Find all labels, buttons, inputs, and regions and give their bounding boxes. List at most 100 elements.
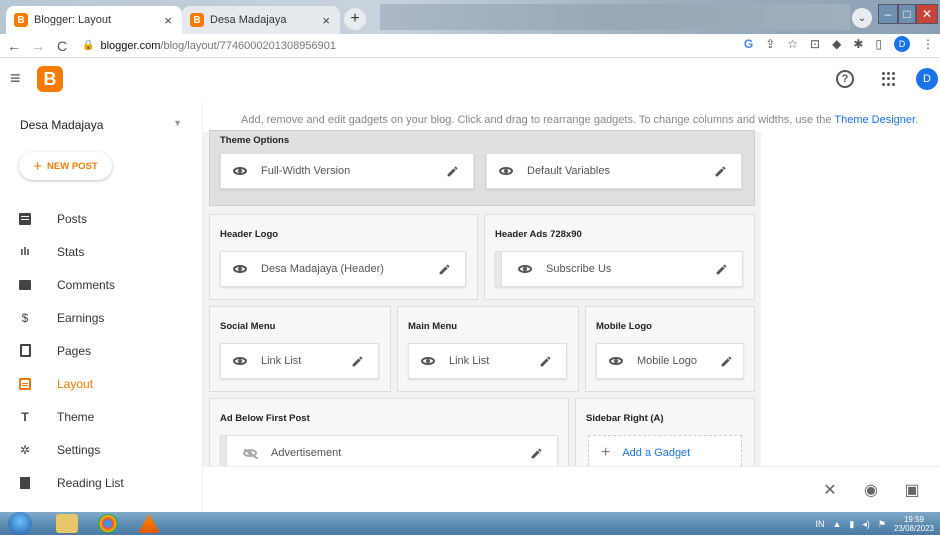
eye-icon[interactable] bbox=[233, 265, 247, 273]
gadget-name: Link List bbox=[261, 355, 302, 367]
sidebar-item-theme[interactable]: T Theme bbox=[0, 400, 203, 433]
tray-arrow-icon[interactable]: ▲ bbox=[832, 519, 841, 529]
drag-handle[interactable] bbox=[496, 252, 502, 286]
plus-icon: + bbox=[601, 444, 611, 461]
chrome-icon[interactable] bbox=[98, 514, 118, 533]
eye-icon[interactable] bbox=[518, 265, 532, 273]
pencil-icon[interactable] bbox=[714, 262, 728, 276]
forward-icon[interactable]: → bbox=[28, 38, 48, 54]
sidebar: Desa Madajaya ▼ + NEW POST Posts ılı Sta… bbox=[0, 102, 203, 512]
tab-close-icon[interactable]: × bbox=[322, 13, 330, 28]
new-tab-button[interactable]: + bbox=[344, 8, 366, 30]
tab-search-button[interactable]: ⌄ bbox=[852, 8, 872, 28]
new-post-label: NEW POST bbox=[47, 160, 98, 172]
pencil-icon[interactable] bbox=[538, 354, 552, 368]
pencil-icon[interactable] bbox=[529, 446, 543, 460]
add-gadget-button[interactable]: + Add a Gadget bbox=[588, 435, 742, 466]
back-icon[interactable]: ← bbox=[4, 38, 24, 54]
account-avatar[interactable]: D bbox=[916, 68, 938, 90]
tabstrip-background-decoration bbox=[380, 4, 850, 30]
new-post-button[interactable]: + NEW POST bbox=[19, 152, 112, 180]
bookmark-star-icon[interactable]: ☆ bbox=[787, 37, 798, 51]
gadget-name: Full-Width Version bbox=[261, 165, 351, 177]
close-window-button[interactable]: ✕ bbox=[916, 4, 938, 24]
blogger-logo[interactable]: B bbox=[37, 66, 63, 92]
windows-start-icon[interactable] bbox=[8, 512, 32, 535]
puzzle-icon[interactable]: ✱ bbox=[853, 37, 863, 51]
file-explorer-icon[interactable] bbox=[56, 514, 78, 533]
blog-selector[interactable]: Desa Madajaya ▼ bbox=[20, 118, 190, 132]
paint-roller-icon: T bbox=[21, 409, 29, 424]
gadget-full-width-version[interactable]: Full-Width Version bbox=[220, 153, 474, 189]
section-ad-below-first-post: Ad Below First Post Advertisement bbox=[209, 398, 569, 466]
hamburger-menu-icon[interactable]: ≡ bbox=[10, 69, 26, 87]
side-panel-icon[interactable]: ▯ bbox=[875, 37, 882, 51]
browser-tab-blogger-layout[interactable]: B Blogger: Layout × bbox=[6, 6, 182, 34]
pencil-icon[interactable] bbox=[713, 164, 727, 178]
share-icon[interactable]: ⇪ bbox=[765, 37, 775, 51]
address-bar: ← → C 🔒 blogger.com/blog/layout/77460002… bbox=[0, 34, 940, 58]
google-icon[interactable]: G bbox=[744, 37, 753, 51]
apps-grid-icon[interactable] bbox=[882, 72, 896, 86]
drag-handle[interactable] bbox=[221, 436, 227, 466]
profile-avatar[interactable]: D bbox=[894, 36, 910, 52]
browser-menu-icon[interactable]: ⋮ bbox=[922, 37, 934, 51]
save-icon[interactable]: ▣ bbox=[903, 481, 921, 499]
language-indicator[interactable]: IN bbox=[815, 519, 824, 529]
eye-icon[interactable] bbox=[233, 167, 247, 175]
sidebar-item-label: Layout bbox=[57, 376, 94, 391]
screenshot-icon[interactable]: ⊡ bbox=[810, 37, 820, 51]
volume-icon[interactable]: ◂) bbox=[862, 519, 870, 530]
url-field[interactable]: 🔒 blogger.com/blog/layout/77460002013089… bbox=[82, 40, 336, 52]
close-icon[interactable]: ✕ bbox=[821, 481, 839, 499]
help-icon[interactable]: ? bbox=[836, 70, 854, 88]
tab-close-icon[interactable]: × bbox=[164, 13, 172, 28]
eye-icon[interactable] bbox=[609, 357, 623, 365]
windows-taskbar: IN ▲ ▮ ◂) ⚑ 19:59 23/08/2023 bbox=[0, 512, 940, 535]
reload-icon[interactable]: C bbox=[52, 38, 72, 54]
sidebar-item-label: Earnings bbox=[57, 310, 105, 325]
extension-icon[interactable]: ◆ bbox=[832, 37, 841, 51]
preview-icon[interactable]: ◉ bbox=[862, 481, 880, 499]
taskbar-clock[interactable]: 19:59 23/08/2023 bbox=[894, 515, 934, 533]
maximize-window-button[interactable]: □ bbox=[898, 4, 916, 24]
gadget-name: Link List bbox=[449, 355, 490, 367]
gadget-main-link-list[interactable]: Link List bbox=[408, 343, 567, 379]
layout-info-text: Add, remove and edit gadgets on your blo… bbox=[241, 114, 918, 126]
url-path: /blog/layout/7746000201308956901 bbox=[160, 39, 336, 52]
sidebar-item-layout[interactable]: Layout bbox=[0, 367, 203, 400]
pencil-icon[interactable] bbox=[437, 262, 451, 276]
plus-icon: + bbox=[33, 157, 43, 175]
gadget-default-variables[interactable]: Default Variables bbox=[486, 153, 742, 189]
pencil-icon[interactable] bbox=[445, 164, 459, 178]
sidebar-item-label: Pages bbox=[57, 343, 92, 358]
eye-icon[interactable] bbox=[499, 167, 513, 175]
gadget-mobile-logo[interactable]: Mobile Logo bbox=[596, 343, 744, 379]
network-icon[interactable]: ▮ bbox=[849, 519, 854, 530]
sidebar-item-posts[interactable]: Posts bbox=[0, 202, 203, 235]
gadget-desa-madajaya-header[interactable]: Desa Madajaya (Header) bbox=[220, 251, 466, 287]
sidebar-item-settings[interactable]: ✲ Settings bbox=[0, 433, 203, 466]
minimize-window-button[interactable]: – bbox=[878, 4, 898, 24]
eye-off-icon[interactable] bbox=[243, 449, 257, 457]
theme-designer-link[interactable]: Theme Designer bbox=[834, 114, 915, 126]
gadget-subscribe-us[interactable]: Subscribe Us bbox=[495, 251, 743, 287]
gadget-advertisement[interactable]: Advertisement bbox=[220, 435, 558, 466]
vlc-icon[interactable] bbox=[138, 514, 160, 533]
eye-icon[interactable] bbox=[421, 357, 435, 365]
sidebar-item-earnings[interactable]: $ Earnings bbox=[0, 301, 203, 334]
sidebar-item-label: Theme bbox=[57, 409, 95, 424]
gadget-name: Advertisement bbox=[271, 447, 342, 459]
pencil-icon[interactable] bbox=[719, 354, 733, 368]
section-title: Header Ads 728x90 bbox=[495, 229, 582, 240]
flag-icon[interactable]: ⚑ bbox=[878, 519, 886, 530]
sidebar-item-comments[interactable]: Comments bbox=[0, 268, 203, 301]
browser-tab-desa-madajaya[interactable]: B Desa Madajaya × bbox=[182, 6, 340, 34]
sidebar-item-stats[interactable]: ılı Stats bbox=[0, 235, 203, 268]
sidebar-item-reading-list[interactable]: Reading List bbox=[0, 466, 203, 499]
eye-icon[interactable] bbox=[233, 357, 247, 365]
section-title: Theme Options bbox=[220, 135, 290, 146]
pencil-icon[interactable] bbox=[350, 354, 364, 368]
gadget-social-link-list[interactable]: Link List bbox=[220, 343, 379, 379]
sidebar-item-pages[interactable]: Pages bbox=[0, 334, 203, 367]
